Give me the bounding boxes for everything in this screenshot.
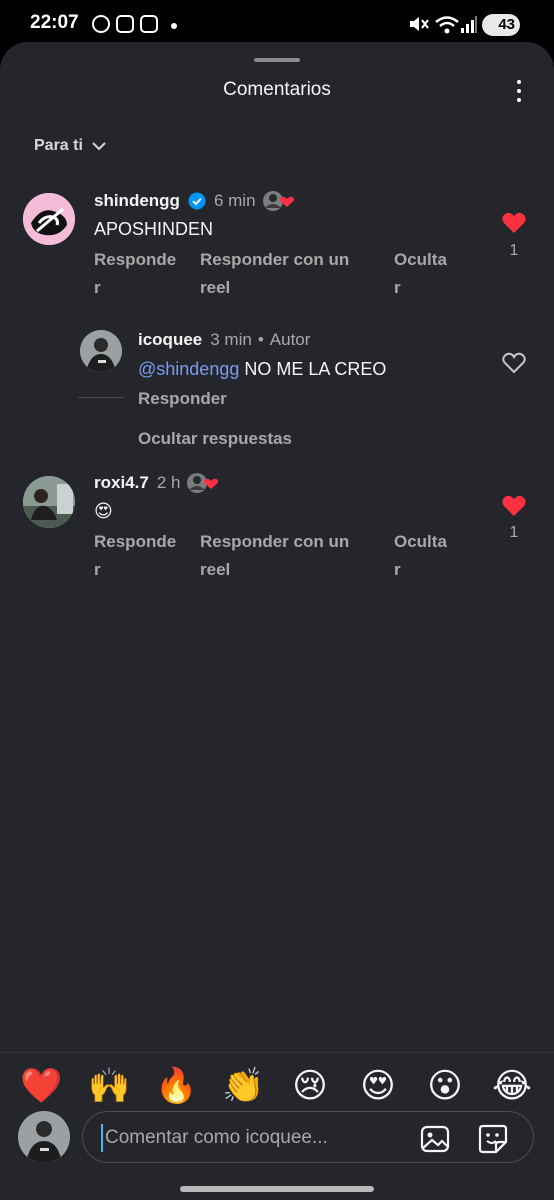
author-label: Autor	[269, 330, 311, 349]
emoji-clapping-button[interactable]: 👏	[222, 1065, 264, 1107]
emoji-heart-button[interactable]: ❤️	[20, 1065, 62, 1107]
instagram-icon	[140, 15, 158, 33]
emoji-raising-hands-button[interactable]: 🙌	[88, 1065, 130, 1107]
user-photo-avatar	[80, 330, 122, 372]
comment-username[interactable]: roxi4.7	[94, 473, 149, 493]
more-notifications-dot	[171, 23, 177, 29]
status-time: 22:07	[30, 12, 79, 33]
wifi-icon	[435, 16, 459, 34]
shinden-logo-avatar	[23, 193, 75, 245]
reply-with-reel-button[interactable]: Responder con un reel	[200, 246, 370, 302]
comment-text: @shindengg NO ME LA CREO	[138, 359, 386, 380]
comment-time: 6 min	[213, 191, 256, 210]
screen: 22:07 43 Comentarios Para ti shindengg 6…	[0, 0, 554, 1200]
avatar[interactable]	[80, 330, 122, 372]
composer-area: ❤️ 🙌 🔥 👏 😢 😍 😮 😂	[0, 1052, 554, 1200]
creator-avatar-heart-icon	[262, 191, 294, 211]
sticker-icon[interactable]	[477, 1123, 509, 1155]
comment-text: APOSHINDEN	[94, 219, 214, 239]
status-bar: 22:07 43	[0, 0, 554, 44]
mention-link[interactable]: @shindengg	[138, 359, 239, 379]
comment-input-container	[82, 1111, 534, 1163]
chevron-down-icon	[92, 142, 106, 151]
sheet-title: Comentarios	[223, 79, 331, 100]
creator-liked-badge	[262, 190, 296, 212]
like-count: 1	[509, 524, 519, 541]
comment-username[interactable]: icoquee	[138, 330, 202, 350]
my-avatar	[18, 1111, 70, 1163]
whatsapp-icon	[92, 15, 110, 33]
verified-badge-icon	[188, 192, 206, 210]
comment-body: NO ME LA CREO	[239, 359, 387, 379]
gallery-icon[interactable]	[419, 1123, 451, 1155]
instagram-icon	[116, 15, 134, 33]
comment-header: roxi4.7 2 h	[94, 472, 220, 494]
battery-indicator: 43	[482, 14, 520, 36]
emoji-fire-button[interactable]: 🔥	[155, 1065, 197, 1107]
comment-header: shindengg 6 min	[94, 190, 296, 212]
like-heart-outline-icon[interactable]	[501, 351, 527, 375]
sort-dropdown[interactable]: Para ti	[34, 137, 107, 155]
comment-input[interactable]	[101, 1124, 401, 1152]
reply-button[interactable]: Responde r	[94, 528, 186, 584]
comment-time: 3 min	[210, 330, 252, 349]
home-indicator[interactable]	[180, 1186, 374, 1192]
emoji-heart-eyes-button[interactable]: 😍	[357, 1065, 399, 1107]
avatar[interactable]	[23, 476, 75, 528]
hide-comment-button[interactable]: Oculta r	[394, 246, 464, 302]
user-photo-avatar	[18, 1111, 70, 1163]
hide-replies-button[interactable]: Ocultar respuestas	[138, 425, 292, 453]
separator-dot: •	[257, 330, 264, 349]
comment-username[interactable]: shindengg	[94, 191, 180, 211]
emoji-laughing-button[interactable]: 😂	[491, 1065, 533, 1107]
reply-button[interactable]: Responde r	[94, 246, 186, 302]
emoji-surprised-button[interactable]: 😮	[424, 1065, 466, 1107]
creator-liked-badge	[186, 472, 220, 494]
creator-avatar-heart-icon	[187, 473, 219, 493]
sort-label: Para ti	[34, 137, 83, 154]
like-heart-filled-icon[interactable]	[501, 494, 527, 518]
comment-text: 😍	[94, 501, 113, 522]
signal-icon	[461, 16, 477, 33]
emoji-crying-button[interactable]: 😢	[289, 1065, 331, 1107]
user-photo-avatar	[23, 476, 75, 528]
avatar[interactable]	[23, 193, 75, 245]
drag-handle[interactable]	[254, 58, 300, 62]
comment-time: 2 h	[156, 473, 181, 492]
like-heart-filled-icon[interactable]	[501, 211, 527, 235]
like-count: 1	[509, 242, 519, 259]
reply-button[interactable]: Responder	[138, 385, 227, 413]
comments-sheet: Comentarios Para ti	[0, 42, 554, 1200]
mute-icon	[410, 17, 429, 31]
divider	[78, 397, 124, 398]
comment-header: icoquee 3 min • Autor	[138, 330, 310, 350]
more-options-icon[interactable]	[510, 78, 528, 104]
hide-comment-button[interactable]: Oculta r	[394, 528, 464, 584]
reply-with-reel-button[interactable]: Responder con un reel	[200, 528, 370, 584]
